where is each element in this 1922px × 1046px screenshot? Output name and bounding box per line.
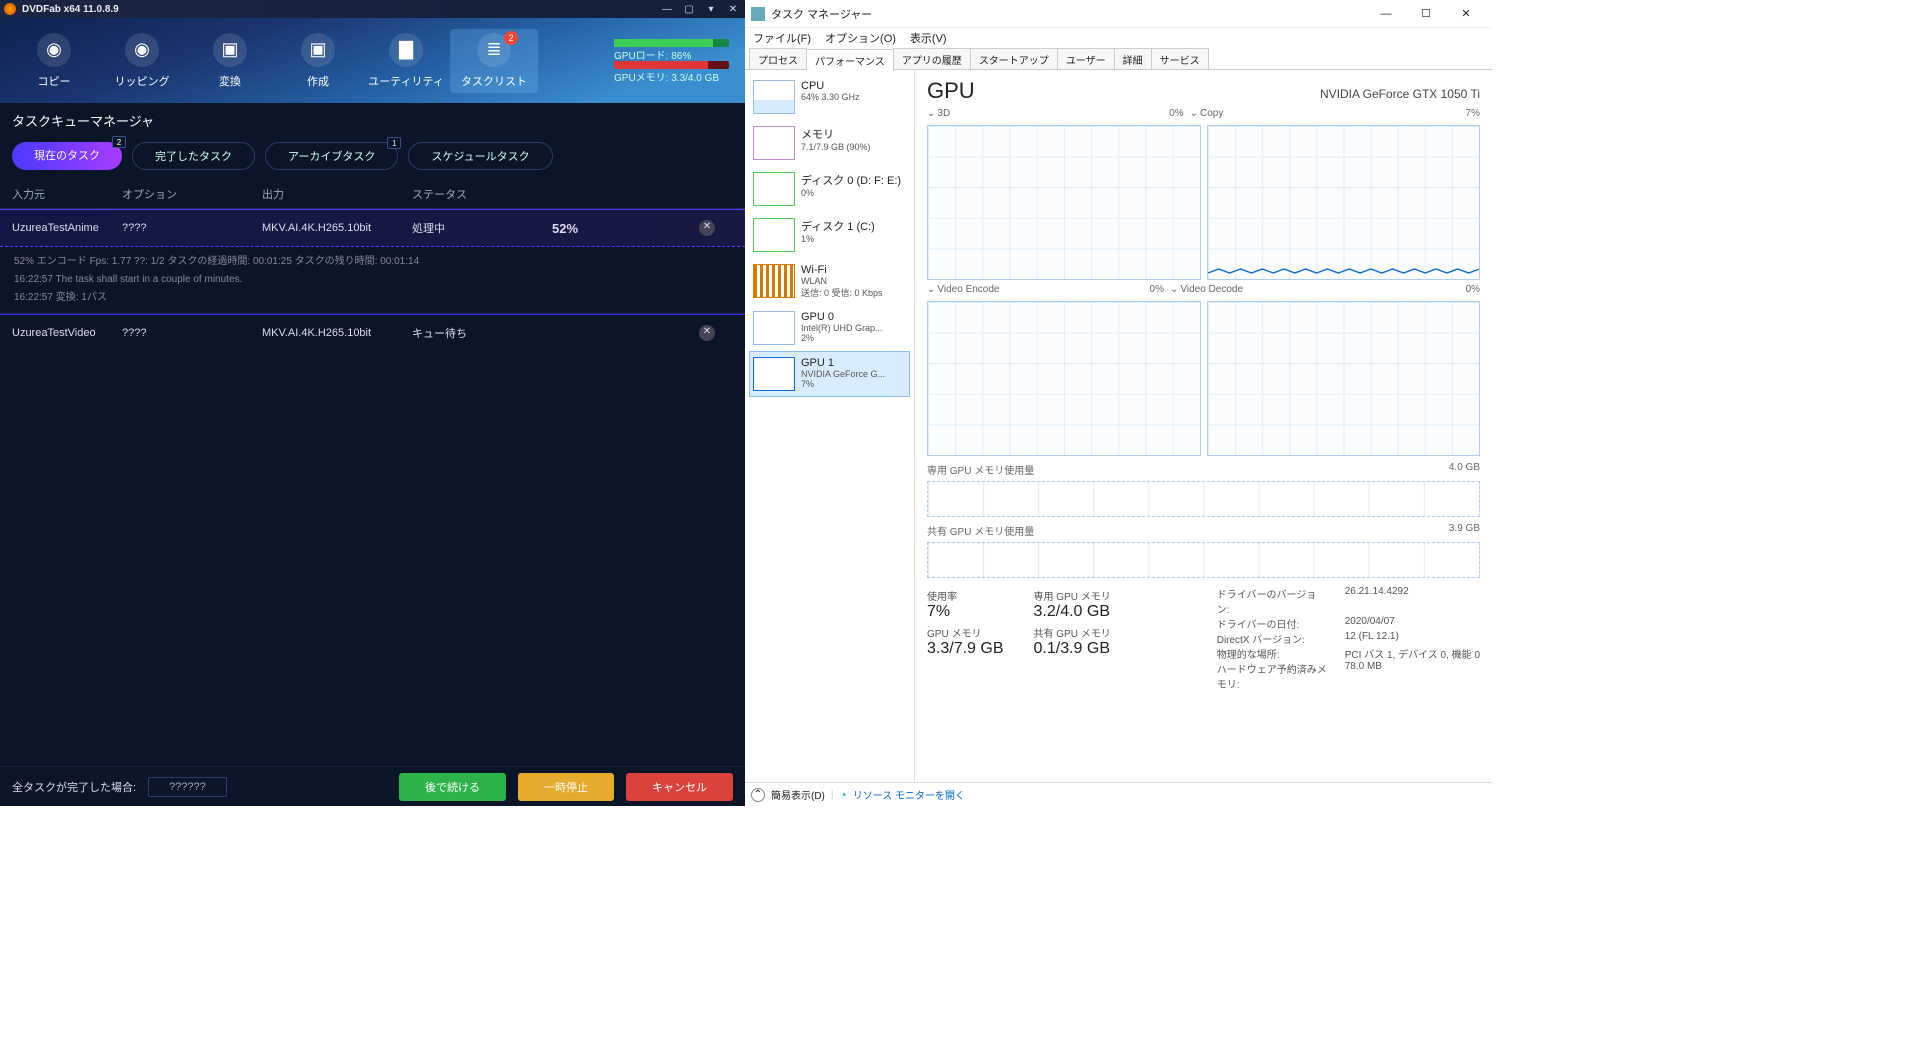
sidebar-memory[interactable]: メモリ7.1/7.9 GB (90%) — [749, 120, 910, 166]
tab-done[interactable]: 完了したタスク — [132, 142, 255, 170]
tm-main: GPU NVIDIA GeForce GTX 1050 Ti ⌄3D0%⌄Cop… — [915, 70, 1492, 782]
gpu-title: GPU — [927, 78, 1320, 104]
tool-copy[interactable]: ◉コピー — [10, 33, 98, 89]
after-complete-select[interactable]: ?????? — [148, 777, 227, 797]
tool-create[interactable]: ▣作成 — [274, 33, 362, 89]
close-button[interactable]: ✕ — [1446, 7, 1486, 20]
tab-startup[interactable]: スタートアップ — [970, 48, 1058, 69]
tm-titlebar: タスク マネージャー — ☐ ✕ — [745, 0, 1492, 28]
menu-file[interactable]: ファイル(F) — [753, 30, 811, 46]
task-count-badge: 2 — [504, 31, 518, 45]
gpu-load-text: GPUロード: 86% — [614, 49, 729, 61]
tab-details[interactable]: 詳細 — [1114, 48, 1152, 69]
tab-processes[interactable]: プロセス — [749, 48, 807, 69]
folder-icon: ▇ — [389, 33, 423, 67]
sidebar-disk0[interactable]: ディスク 0 (D: F: E:)0% — [749, 166, 910, 212]
continue-button[interactable]: 後で続ける — [399, 773, 506, 801]
sidebar-gpu0[interactable]: GPU 0Intel(R) UHD Grap...2% — [749, 305, 910, 351]
tool-utility[interactable]: ▇ユーティリティ — [362, 33, 450, 89]
section-title: タスクキューマネージャ — [0, 103, 745, 138]
dvdfab-toolbar: ◉コピー ◉リッピング ▣変換 ▣作成 ▇ユーティリティ ≣ タスクリスト 2 … — [0, 18, 745, 103]
gpu-device: NVIDIA GeForce GTX 1050 Ti — [1320, 87, 1480, 101]
resmon-icon: ◔ — [840, 788, 847, 802]
tool-ripping[interactable]: ◉リッピング — [98, 33, 186, 89]
dropdown-button[interactable]: ▾ — [703, 4, 719, 15]
menu-view[interactable]: 表示(V) — [910, 30, 947, 46]
tm-menubar: ファイル(F) オプション(O) 表示(V) — [745, 28, 1492, 48]
task-row[interactable]: UzureaTestAnime ???? MKV.AI.4K.H265.10bi… — [0, 209, 745, 247]
cancel-button[interactable]: キャンセル — [626, 773, 733, 801]
tab-performance[interactable]: パフォーマンス — [806, 49, 894, 70]
cancel-task-button[interactable]: ✕ — [699, 325, 715, 341]
tm-sidebar: CPU64% 3.30 GHz メモリ7.1/7.9 GB (90%) ディスク… — [745, 70, 915, 782]
tab-app-history[interactable]: アプリの履歴 — [893, 48, 971, 69]
maximize-button[interactable]: ☐ — [1406, 7, 1446, 20]
tm-tabs: プロセス パフォーマンス アプリの履歴 スタートアップ ユーザー 詳細 サービス — [745, 48, 1492, 70]
disc-arrow-icon: ◉ — [125, 33, 159, 67]
create-icon: ▣ — [301, 33, 335, 67]
task-row[interactable]: UzureaTestVideo ???? MKV.AI.4K.H265.10bi… — [0, 315, 745, 351]
taskmanager-icon — [751, 7, 765, 21]
disc-icon: ◉ — [37, 33, 71, 67]
task-columns: 入力元 オプション 出力 ステータス — [0, 180, 745, 209]
open-resmon-link[interactable]: リソース モニターを開く — [853, 787, 965, 802]
cancel-task-button[interactable]: ✕ — [699, 220, 715, 236]
convert-icon: ▣ — [213, 33, 247, 67]
gpu-stats: GPUロード: 86% GPUメモリ: 3.3/4.0 GB — [614, 39, 735, 83]
dvdfab-logo-icon — [4, 3, 16, 15]
col-status: ステータス — [412, 186, 552, 202]
col-option: オプション — [122, 186, 262, 202]
gpu-stats-block: 使用率7% GPU メモリ3.3/7.9 GB 専用 GPU メモリ3.2/4.… — [927, 586, 1480, 691]
sidebar-cpu[interactable]: CPU64% 3.30 GHz — [749, 74, 910, 120]
tool-tasklist[interactable]: ≣ タスクリスト 2 — [450, 29, 538, 93]
maximize-button[interactable]: ▢ — [681, 4, 697, 15]
col-source: 入力元 — [12, 186, 122, 202]
dvdfab-footer: 全タスクが完了した場合: ?????? 後で続ける 一時停止 キャンセル — [0, 766, 745, 806]
footer-label: 全タスクが完了した場合: — [12, 779, 136, 795]
tab-archive[interactable]: アーカイブタスク1 — [265, 142, 398, 170]
sidebar-wifi[interactable]: Wi-FiWLAN送信: 0 受信: 0 Kbps — [749, 258, 910, 305]
col-output: 出力 — [262, 186, 412, 202]
sidebar-disk1[interactable]: ディスク 1 (C:)1% — [749, 212, 910, 258]
pause-button[interactable]: 一時停止 — [518, 773, 614, 801]
expand-icon[interactable]: ⌃ — [751, 788, 765, 802]
dedicated-gpu-mem-chart[interactable] — [927, 481, 1480, 517]
shared-gpu-mem-chart[interactable] — [927, 542, 1480, 578]
taskmanager-window: タスク マネージャー — ☐ ✕ ファイル(F) オプション(O) 表示(V) … — [745, 0, 1492, 806]
dvdfab-window: DVDFab x64 11.0.8.9 — ▢ ▾ ✕ ◉コピー ◉リッピング … — [0, 0, 745, 806]
sidebar-gpu1[interactable]: GPU 1NVIDIA GeForce G...7% — [749, 351, 910, 397]
gpu-mem-text: GPUメモリ: 3.3/4.0 GB — [614, 71, 729, 83]
minimize-button[interactable]: — — [659, 4, 675, 15]
tm-title-text: タスク マネージャー — [771, 6, 1366, 22]
dvdfab-titlebar: DVDFab x64 11.0.8.9 — ▢ ▾ ✕ — [0, 0, 745, 18]
task-log: 52% エンコード Fps: 1.77 ??: 1/2 タスクの経過時間: 00… — [0, 247, 745, 314]
task-tabs: 現在のタスク2 完了したタスク アーカイブタスク1 スケジュールタスク — [0, 138, 745, 180]
chart-video-encode[interactable] — [927, 301, 1201, 456]
tab-current[interactable]: 現在のタスク2 — [12, 142, 122, 170]
chart-video-decode[interactable] — [1207, 301, 1481, 456]
tab-services[interactable]: サービス — [1151, 48, 1209, 69]
minimize-button[interactable]: — — [1366, 8, 1406, 20]
tab-schedule[interactable]: スケジュールタスク — [408, 142, 552, 170]
simple-view-link[interactable]: 簡易表示(D) — [771, 787, 825, 802]
chart-3d[interactable] — [927, 125, 1201, 280]
dvdfab-title: DVDFab x64 11.0.8.9 — [22, 4, 653, 15]
menu-options[interactable]: オプション(O) — [825, 30, 896, 46]
tab-users[interactable]: ユーザー — [1057, 48, 1115, 69]
close-button[interactable]: ✕ — [725, 4, 741, 15]
tool-convert[interactable]: ▣変換 — [186, 33, 274, 89]
chart-copy[interactable] — [1207, 125, 1481, 280]
tm-footer: ⌃ 簡易表示(D) | ◔ リソース モニターを開く — [745, 782, 1492, 806]
